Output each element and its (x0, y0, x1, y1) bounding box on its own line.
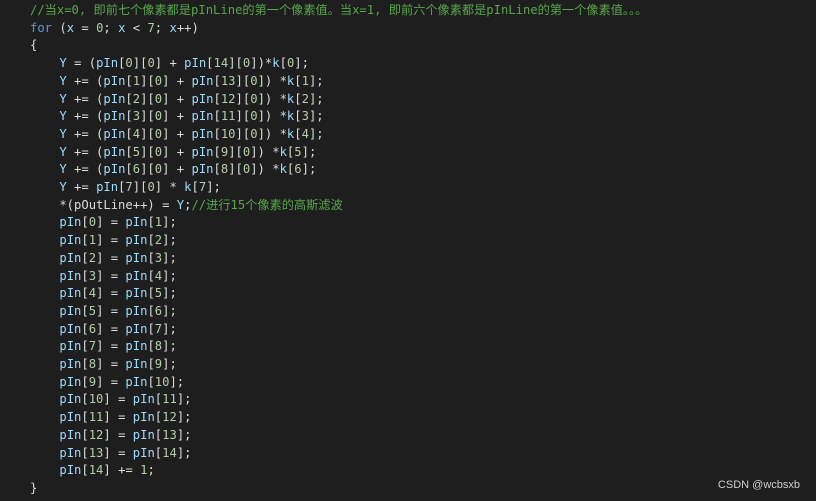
code-line: Y += (pIn[4][0] + pIn[10][0]) *k[4]; (59, 126, 324, 141)
code-line: Y = (pIn[0][0] + pIn[14][0])*k[0]; (59, 56, 309, 71)
code-line: pIn[9] = pIn[10]; (59, 374, 185, 389)
code-line: Y += (pIn[1][0] + pIn[13][0]) *k[1]; (59, 73, 324, 88)
code-line: pIn[12] = pIn[13]; (59, 427, 192, 442)
code-line: Y += (pIn[6][0] + pIn[8][0]) *k[6]; (59, 162, 317, 177)
code-line: Y += (pIn[5][0] + pIn[9][0]) *k[5]; (59, 144, 317, 159)
code-line: pIn[1] = pIn[2]; (59, 233, 177, 248)
code-line: pIn[13] = pIn[14]; (59, 445, 192, 460)
code-line: pIn[11] = pIn[12]; (59, 410, 192, 425)
code-line: //当x=0, 即前七个像素都是pInLine的第一个像素值。当x=1, 即前六… (30, 3, 648, 17)
code-line: pIn[3] = pIn[4]; (59, 268, 177, 283)
code-line: pIn[8] = pIn[9]; (59, 357, 177, 371)
code-line: pIn[7] = pIn[8]; (59, 339, 177, 354)
code-line: pIn[2] = pIn[3]; (59, 250, 177, 265)
code-line: { (30, 38, 38, 53)
code-line: for (x = 0; x < 7; x++) (30, 20, 199, 35)
code-line: pIn[4] = pIn[5]; (59, 286, 177, 301)
code-editor[interactable]: //当x=0, 即前七个像素都是pInLine的第一个像素值。当x=1, 即前六… (0, 0, 816, 501)
code-line: pIn[6] = pIn[7]; (59, 321, 177, 336)
code-line: pIn[0] = pIn[1]; (59, 215, 177, 230)
code-line: Y += pIn[7][0] * k[7]; (59, 180, 221, 194)
code-line: pIn[10] = pIn[11]; (59, 392, 192, 407)
code-line: Y += (pIn[2][0] + pIn[12][0]) *k[2]; (59, 91, 324, 106)
code-line: Y += (pIn[3][0] + pIn[11][0]) *k[3]; (59, 109, 324, 124)
code-line: *(pOutLine++) = Y;//进行15个像素的高斯滤波 (30, 197, 343, 212)
code-line: pIn[14] += 1; (59, 463, 155, 478)
code-line: pIn[5] = pIn[6]; (59, 303, 177, 318)
code-line: } (30, 480, 38, 495)
watermark: CSDN @wcbsxb (717, 479, 800, 491)
